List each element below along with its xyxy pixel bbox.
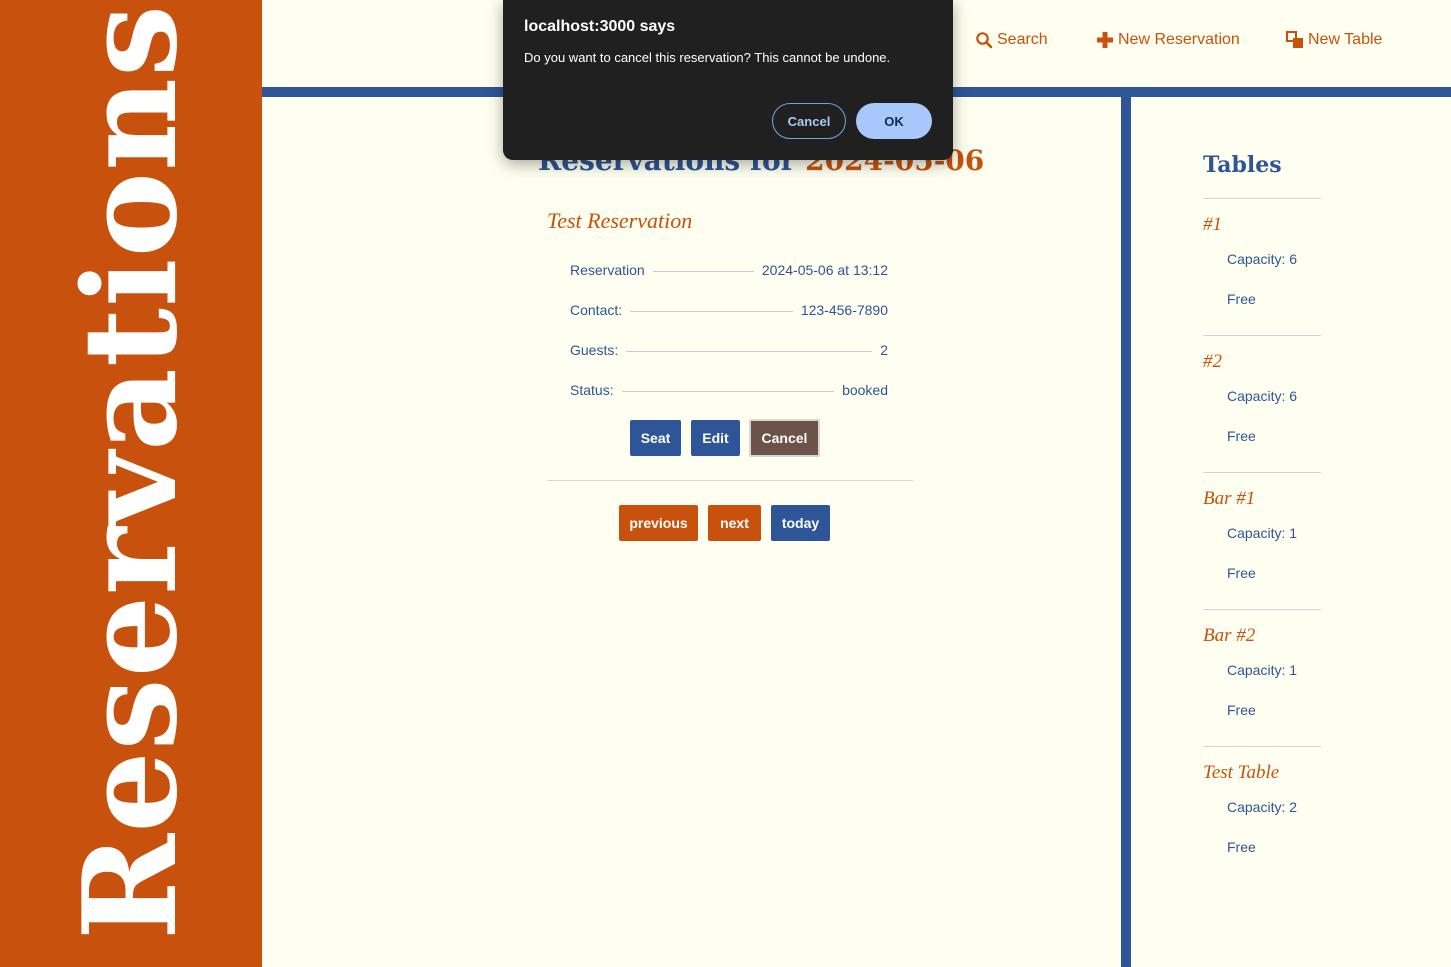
previous-button[interactable]: previous xyxy=(619,505,698,541)
plus-icon xyxy=(1097,32,1113,48)
table-separator xyxy=(1203,335,1321,336)
sidebar-title: Reservations xyxy=(56,3,206,941)
nav-new-table-link[interactable]: New Table xyxy=(1286,31,1382,49)
table-capacity: Capacity: 1 xyxy=(1227,662,1298,678)
table-status: Free xyxy=(1227,839,1256,855)
table-name: Bar #2 xyxy=(1203,625,1256,646)
reservation-name: Test Reservation xyxy=(547,208,693,233)
table-status: Free xyxy=(1227,702,1256,718)
detail-label: Status: xyxy=(570,382,614,398)
table-status: Free xyxy=(1227,565,1256,581)
nav-new-reservation-link[interactable]: New Reservation xyxy=(1096,31,1240,49)
tables-title: Tables xyxy=(1203,152,1282,178)
dialog-title: localhost:3000 says xyxy=(524,18,676,35)
search-icon xyxy=(976,32,993,49)
detail-row-reservation: Reservation 2024-05-06 at 13:12 xyxy=(570,262,888,278)
table-name: #1 xyxy=(1203,214,1222,235)
detail-row-status: Status: booked xyxy=(570,382,888,398)
detail-row-guests: Guests: 2 xyxy=(570,342,888,358)
main-content: Reservations for 2024-05-06 Test Reserva… xyxy=(262,97,1121,967)
sidebar: Reservations xyxy=(0,0,262,967)
seat-button[interactable]: Seat xyxy=(630,420,681,456)
tables-panel: Tables #1 Capacity: 6 Free #2 Capacity: … xyxy=(1131,97,1451,967)
table-separator xyxy=(1203,472,1321,473)
detail-value: booked xyxy=(842,382,888,398)
detail-label: Contact: xyxy=(570,302,623,318)
table-capacity: Capacity: 6 xyxy=(1227,251,1298,267)
new-table-icon xyxy=(1286,31,1303,48)
detail-leader xyxy=(630,311,793,312)
nav-new-reservation-label: New Reservation xyxy=(1118,31,1240,48)
dialog-ok-button[interactable]: OK xyxy=(856,103,932,139)
table-capacity: Capacity: 6 xyxy=(1227,388,1298,404)
table-status: Free xyxy=(1227,428,1256,444)
nav-search-link[interactable]: Search xyxy=(975,31,1048,49)
detail-row-contact: Contact: 123-456-7890 xyxy=(570,302,888,318)
table-name: Test Table xyxy=(1203,762,1280,783)
detail-value: 2 xyxy=(880,342,888,358)
detail-leader xyxy=(652,271,754,272)
table-capacity: Capacity: 1 xyxy=(1227,525,1298,541)
dialog-cancel-button[interactable]: Cancel xyxy=(772,103,846,139)
table-separator xyxy=(1203,198,1321,199)
reservation-divider xyxy=(547,480,913,481)
table-separator xyxy=(1203,609,1321,610)
detail-value: 2024-05-06 at 13:12 xyxy=(761,262,888,278)
nav-search-label: Search xyxy=(997,31,1048,48)
detail-label: Reservation xyxy=(570,262,645,278)
table-separator xyxy=(1203,746,1321,747)
detail-leader xyxy=(621,391,835,392)
table-name: Bar #1 xyxy=(1203,488,1256,509)
detail-label: Guests: xyxy=(570,342,619,358)
dialog-message: Do you want to cancel this reservation? … xyxy=(524,50,891,65)
confirm-dialog: localhost:3000 says Do you want to cance… xyxy=(503,0,953,160)
detail-leader xyxy=(626,351,873,352)
cancel-reservation-button[interactable]: Cancel xyxy=(749,419,820,457)
tables-divider xyxy=(1121,97,1131,967)
table-status: Free xyxy=(1227,291,1256,307)
today-button[interactable]: today xyxy=(771,505,830,541)
edit-button[interactable]: Edit xyxy=(691,420,740,456)
detail-value: 123-456-7890 xyxy=(800,302,888,318)
nav-new-table-label: New Table xyxy=(1308,31,1383,48)
table-name: #2 xyxy=(1203,351,1222,372)
table-capacity: Capacity: 2 xyxy=(1227,799,1298,815)
next-button[interactable]: next xyxy=(708,505,761,541)
